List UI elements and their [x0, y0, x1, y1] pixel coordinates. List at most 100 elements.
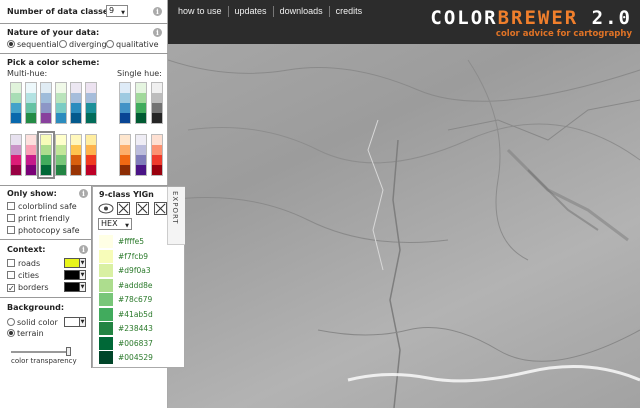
- scheme-swatch[interactable]: [151, 134, 163, 176]
- format-select[interactable]: HEX ▼: [98, 218, 132, 230]
- color-swatch: [99, 278, 113, 292]
- show-colorblind[interactable]: colorblind safe: [7, 202, 77, 211]
- close-icon[interactable]: [117, 202, 130, 215]
- cities-color-picker[interactable]: ▼: [64, 270, 86, 280]
- checkbox-cities[interactable]: [7, 271, 15, 279]
- show-photocopy[interactable]: photocopy safe: [7, 226, 80, 235]
- nav-how-to-use[interactable]: how to use: [172, 6, 229, 17]
- show-label: Only show:: [7, 189, 57, 198]
- header-bar: how to use updates downloads credits COL…: [168, 0, 640, 44]
- scheme-swatch[interactable]: [10, 82, 22, 124]
- hex-code: #78c679: [118, 295, 153, 304]
- info-icon[interactable]: i: [79, 189, 88, 198]
- nature-qualitative[interactable]: qualitative: [106, 40, 159, 49]
- hex-row: #238443: [99, 322, 153, 335]
- checkbox-photocopy[interactable]: [7, 226, 15, 234]
- nature-diverging[interactable]: diverging: [59, 40, 107, 49]
- color-swatch: [99, 235, 113, 248]
- color-swatch: [99, 293, 113, 306]
- hex-row: #006837: [99, 336, 153, 350]
- export-tab[interactable]: EXPORT: [167, 187, 185, 245]
- classes-label: Number of data classes:: [7, 7, 117, 16]
- hex-code: #d9f0a3: [118, 266, 151, 275]
- color-swatch: [99, 336, 113, 350]
- hex-row: #addd8e: [99, 278, 153, 292]
- info-icon[interactable]: i: [79, 245, 88, 254]
- brand-subtitle: color advice for cartography: [495, 29, 632, 39]
- scheme-swatch[interactable]: [70, 82, 82, 124]
- checkbox-roads[interactable]: [7, 259, 15, 267]
- dropdown-arrow-icon: ▼: [79, 258, 86, 268]
- color-swatch: [99, 351, 113, 364]
- close-icon[interactable]: [136, 202, 149, 215]
- close-icon[interactable]: [154, 202, 167, 215]
- nav-downloads[interactable]: downloads: [274, 6, 330, 17]
- scheme-swatch[interactable]: [70, 134, 82, 176]
- scheme-swatch[interactable]: [10, 134, 22, 176]
- scheme-swatch[interactable]: [119, 82, 131, 124]
- checkbox-print[interactable]: [7, 214, 15, 222]
- transparency-slider[interactable]: [11, 347, 71, 356]
- info-icon[interactable]: i: [153, 7, 162, 16]
- scheme-swatch[interactable]: [40, 82, 52, 124]
- hex-row: #d9f0a3: [99, 264, 151, 277]
- eye-icon[interactable]: [98, 203, 114, 214]
- dropdown-arrow-icon: ▼: [79, 317, 86, 327]
- scheme-swatch[interactable]: [25, 82, 37, 124]
- context-borders[interactable]: ✓ borders: [7, 283, 49, 293]
- context-roads[interactable]: roads: [7, 259, 40, 268]
- terrain-map[interactable]: [168, 0, 640, 408]
- show-print[interactable]: print friendly: [7, 214, 70, 223]
- control-panel: Number of data classes: 9 ▼ i Nature of y…: [0, 0, 185, 408]
- scheme-swatch[interactable]: [37, 131, 55, 179]
- hex-row: #f7fcb9: [99, 249, 148, 263]
- radio-qualitative[interactable]: [106, 40, 114, 48]
- nature-sequential[interactable]: sequential: [7, 40, 59, 49]
- info-icon[interactable]: i: [153, 28, 162, 37]
- brand: COLORBREWER 2.0 color advice for cartogr…: [430, 8, 632, 39]
- hex-code: #006837: [118, 338, 153, 348]
- scheme-swatch[interactable]: [85, 82, 97, 124]
- background-solid[interactable]: solid color: [7, 318, 58, 327]
- export-panel: 9-class YlGn HEX ▼ EXPORT #ffffe5 #f7fcb9 #…: [92, 186, 185, 368]
- scheme-swatch[interactable]: [55, 82, 67, 124]
- transparency-label: color transparency: [11, 357, 77, 365]
- scheme-swatch[interactable]: [85, 134, 97, 176]
- brand-logo: COLORBREWER 2.0: [430, 7, 632, 29]
- dropdown-arrow-icon: ▼: [79, 282, 86, 292]
- context-cities[interactable]: cities: [7, 271, 39, 280]
- hex-code: #004529: [118, 353, 153, 362]
- scheme-swatch[interactable]: [135, 82, 147, 124]
- transparency-slider-handle[interactable]: [66, 347, 71, 356]
- nature-section: Nature of your data: i sequential diverg…: [0, 24, 168, 54]
- hex-row: #ffffe5: [99, 235, 144, 248]
- scheme-swatch[interactable]: [25, 134, 37, 176]
- single-hue-label: Single hue:: [117, 69, 162, 78]
- roads-color-picker[interactable]: ▼: [64, 258, 86, 268]
- nav-credits[interactable]: credits: [330, 6, 369, 17]
- checkbox-borders[interactable]: ✓: [7, 284, 15, 293]
- scheme-swatch[interactable]: [119, 134, 131, 176]
- map-features: [168, 59, 640, 408]
- radio-sequential[interactable]: [7, 40, 15, 48]
- hex-code: #41ab5d: [118, 309, 153, 319]
- borders-color-picker[interactable]: ▼: [64, 282, 86, 292]
- hex-code: #ffffe5: [118, 237, 145, 246]
- hex-code: #f7fcb9: [118, 251, 148, 261]
- radio-diverging[interactable]: [59, 40, 67, 48]
- context-label: Context:: [7, 245, 46, 254]
- background-section: Background: solid color terrain ▼ color …: [0, 298, 92, 368]
- color-swatch: [99, 264, 113, 277]
- radio-terrain[interactable]: [7, 329, 15, 337]
- checkbox-colorblind[interactable]: [7, 202, 15, 210]
- background-terrain[interactable]: terrain: [7, 329, 44, 338]
- radio-solid-color[interactable]: [7, 318, 15, 326]
- background-color-picker[interactable]: ▼: [64, 317, 86, 327]
- scheme-swatch[interactable]: [135, 134, 147, 176]
- nav-updates[interactable]: updates: [229, 6, 274, 17]
- hex-code: #addd8e: [118, 280, 153, 290]
- scheme-swatch[interactable]: [55, 134, 67, 176]
- scheme-swatch[interactable]: [151, 82, 163, 124]
- classes-select[interactable]: 9 ▼: [106, 5, 128, 17]
- multi-hue-label: Multi-hue:: [7, 69, 48, 78]
